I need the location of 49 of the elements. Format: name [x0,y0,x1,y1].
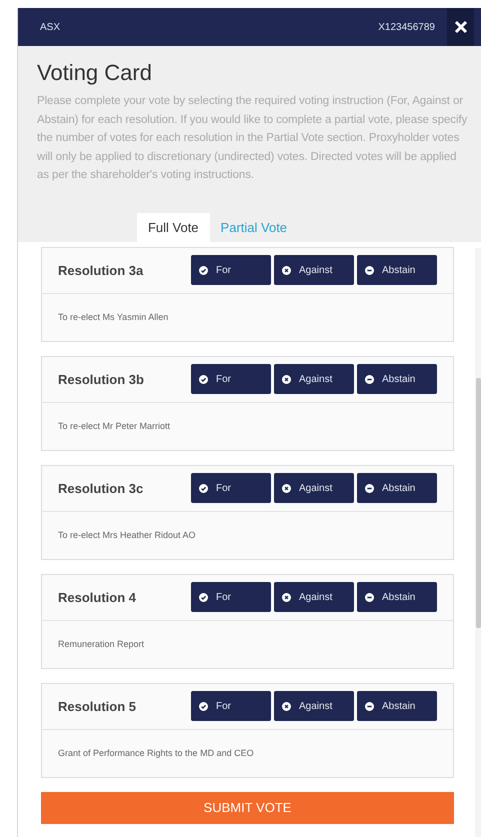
vote-button[interactable]: For [191,582,271,612]
vote-button[interactable]: Abstain [357,473,437,503]
resolution-text: Grant of Performance Rights to the MD and CEO [58,748,254,758]
resolution-title: Resolution 5 [58,698,138,714]
holder-id: X123456789 [378,22,435,32]
vote-button[interactable]: Against [274,364,354,394]
minus-circle-icon [365,702,374,710]
minus-circle-icon [365,484,374,492]
resolution-text: To re-elect Ms Yasmin Allen [58,312,168,322]
x-circle-icon [282,702,291,710]
close-button[interactable] [447,8,474,46]
card-title: Voting Card [37,60,153,86]
vote-button[interactable]: For [191,691,271,721]
vote-button[interactable]: Abstain [357,364,437,394]
resolution-title: Resolution 3c [58,480,144,496]
resolution-text: To re-elect Mr Peter Marriott [58,421,170,431]
resolution-title: Resolution 3a [58,262,144,278]
vote-button[interactable]: For [191,473,271,503]
vote-button[interactable]: Abstain [357,691,437,721]
minus-circle-icon [365,374,374,384]
vote-button[interactable]: Abstain [357,582,437,612]
vote-button[interactable]: Against [274,691,354,721]
x-circle-icon [282,592,291,602]
x-circle-icon [282,266,291,274]
check-circle-icon [199,374,208,384]
check-circle-icon [199,266,208,274]
vote-button[interactable]: Against [274,255,354,285]
vote-button[interactable]: For [191,255,271,285]
check-circle-icon [199,484,208,492]
minus-circle-icon [365,266,374,274]
scrollbar[interactable] [475,248,481,837]
vote-button[interactable]: Abstain [357,255,437,285]
check-circle-icon [199,592,208,602]
vote-button[interactable]: Against [274,582,354,612]
close-icon [454,20,468,34]
x-circle-icon [282,374,291,384]
resolution-text: Remuneration Report [58,639,144,649]
tab[interactable]: Full Vote [136,212,210,242]
check-circle-icon [199,702,208,710]
minus-circle-icon [365,592,374,602]
resolution-title: Resolution 4 [58,590,138,604]
instructions-text: Please complete your vote by selecting the required voting instruction (For, Against or Abstain) for each resolution. If you would like to complete a partial vote, please specify the number of votes for each resolution in the Partial Vote section. Proxyholder votes will only be applied to discretionary (undirected) votes. Directed votes will be applied as per the shareholder's voting instructions. [37,94,468,183]
exchange-label: ASX [40,22,62,32]
scrollbar-thumb[interactable] [476,378,481,628]
x-circle-icon [282,484,291,492]
vote-button[interactable]: Against [274,473,354,503]
resolution-title: Resolution 3b [58,372,145,386]
vote-button[interactable]: For [191,364,271,394]
resolution-text: To re-elect Mrs Heather Ridout AO [58,530,196,540]
